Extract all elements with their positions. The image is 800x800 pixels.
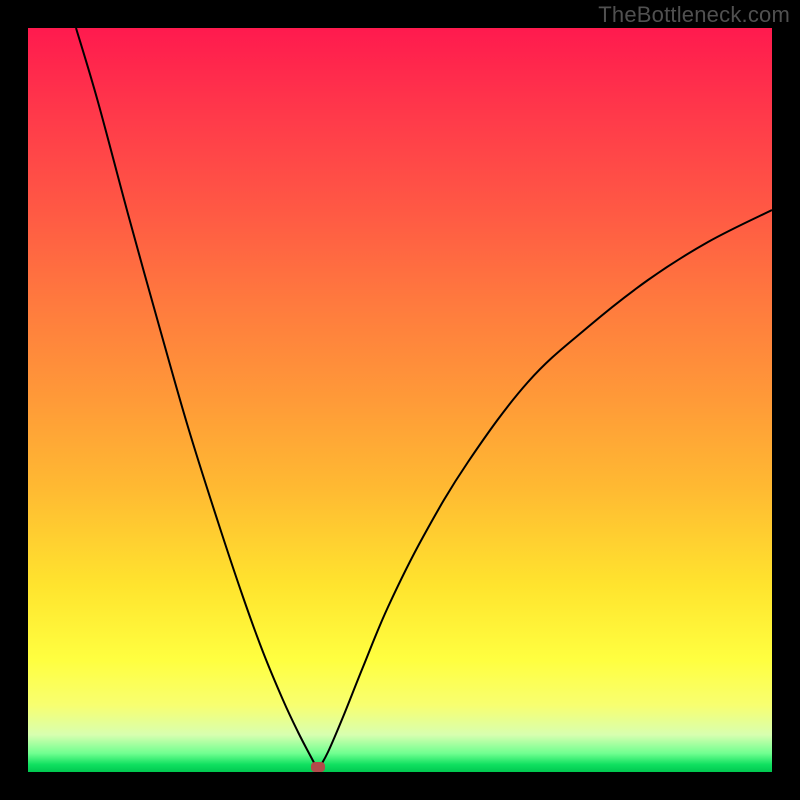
- optimum-marker: [311, 762, 325, 772]
- bottleneck-curve: [28, 28, 772, 772]
- curve-left-branch: [76, 28, 318, 770]
- curve-right-branch: [318, 210, 772, 770]
- chart-frame: [28, 28, 772, 772]
- watermark-text: TheBottleneck.com: [598, 2, 790, 28]
